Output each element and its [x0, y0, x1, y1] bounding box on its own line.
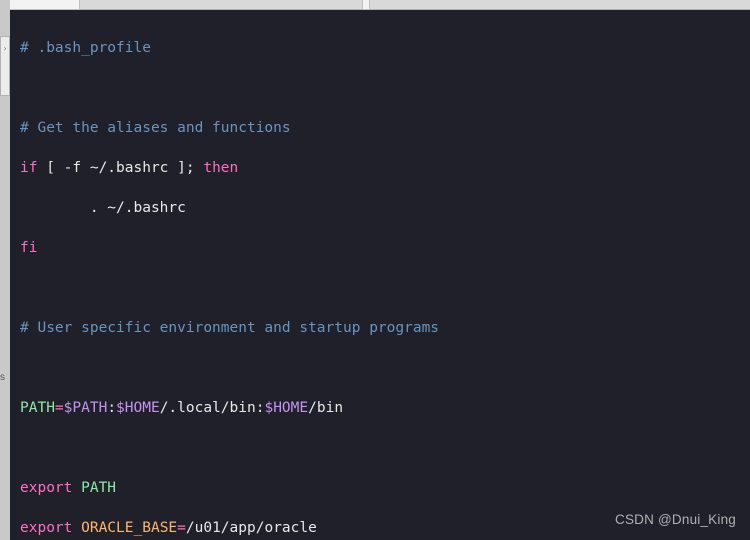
- code-line: [20, 78, 750, 98]
- text: /u01/app/oracle: [186, 520, 317, 536]
- code-line: # .bash_profile: [20, 38, 750, 58]
- var-ref: $HOME: [116, 400, 160, 416]
- text: [ -f ~/.bashrc ];: [37, 160, 203, 176]
- left-edge-letter: s: [0, 368, 5, 388]
- equals: =: [177, 520, 186, 536]
- keyword-if: if: [20, 160, 37, 176]
- text: . ~/.bashrc: [20, 200, 186, 216]
- code-line: [20, 358, 750, 378]
- var-ref: $HOME: [264, 400, 308, 416]
- text: :: [107, 400, 116, 416]
- var-name: PATH: [72, 480, 116, 496]
- window-frame: › s # .bash_profile # Get the aliases an…: [0, 0, 750, 540]
- code-line: fi: [20, 238, 750, 258]
- keyword-then: then: [203, 160, 238, 176]
- code-line: # User specific environment and startup …: [20, 318, 750, 338]
- code-line: if [ -f ~/.bashrc ]; then: [20, 158, 750, 178]
- comment: # .bash_profile: [20, 40, 151, 56]
- text: /.local/bin:: [160, 400, 265, 416]
- keyword-fi: fi: [20, 240, 37, 256]
- comment: # User specific environment and startup …: [20, 320, 439, 336]
- comment: # Get the aliases and functions: [20, 120, 291, 136]
- text: /bin: [308, 400, 343, 416]
- keyword-export: export: [20, 480, 72, 496]
- editor-viewport[interactable]: # .bash_profile # Get the aliases and fu…: [10, 10, 750, 540]
- keyword-export: export: [20, 520, 72, 536]
- tab-notch: [362, 0, 370, 10]
- code-line: . ~/.bashrc: [20, 198, 750, 218]
- code-line: # Get the aliases and functions: [20, 118, 750, 138]
- code-line: export PATH: [20, 478, 750, 498]
- tab-active-stub[interactable]: [10, 0, 80, 10]
- code-line: PATH=$PATH:$HOME/.local/bin:$HOME/bin: [20, 398, 750, 418]
- code-line: [20, 278, 750, 298]
- watermark-text: CSDN @Dnui_King: [615, 510, 736, 530]
- left-gutter-widget: ›: [0, 36, 10, 96]
- code-line: [20, 438, 750, 458]
- var-name: PATH: [20, 400, 55, 416]
- var-ref: $PATH: [64, 400, 108, 416]
- equals: =: [55, 400, 64, 416]
- var-name: ORACLE_BASE: [72, 520, 177, 536]
- tab-bar: [10, 0, 750, 10]
